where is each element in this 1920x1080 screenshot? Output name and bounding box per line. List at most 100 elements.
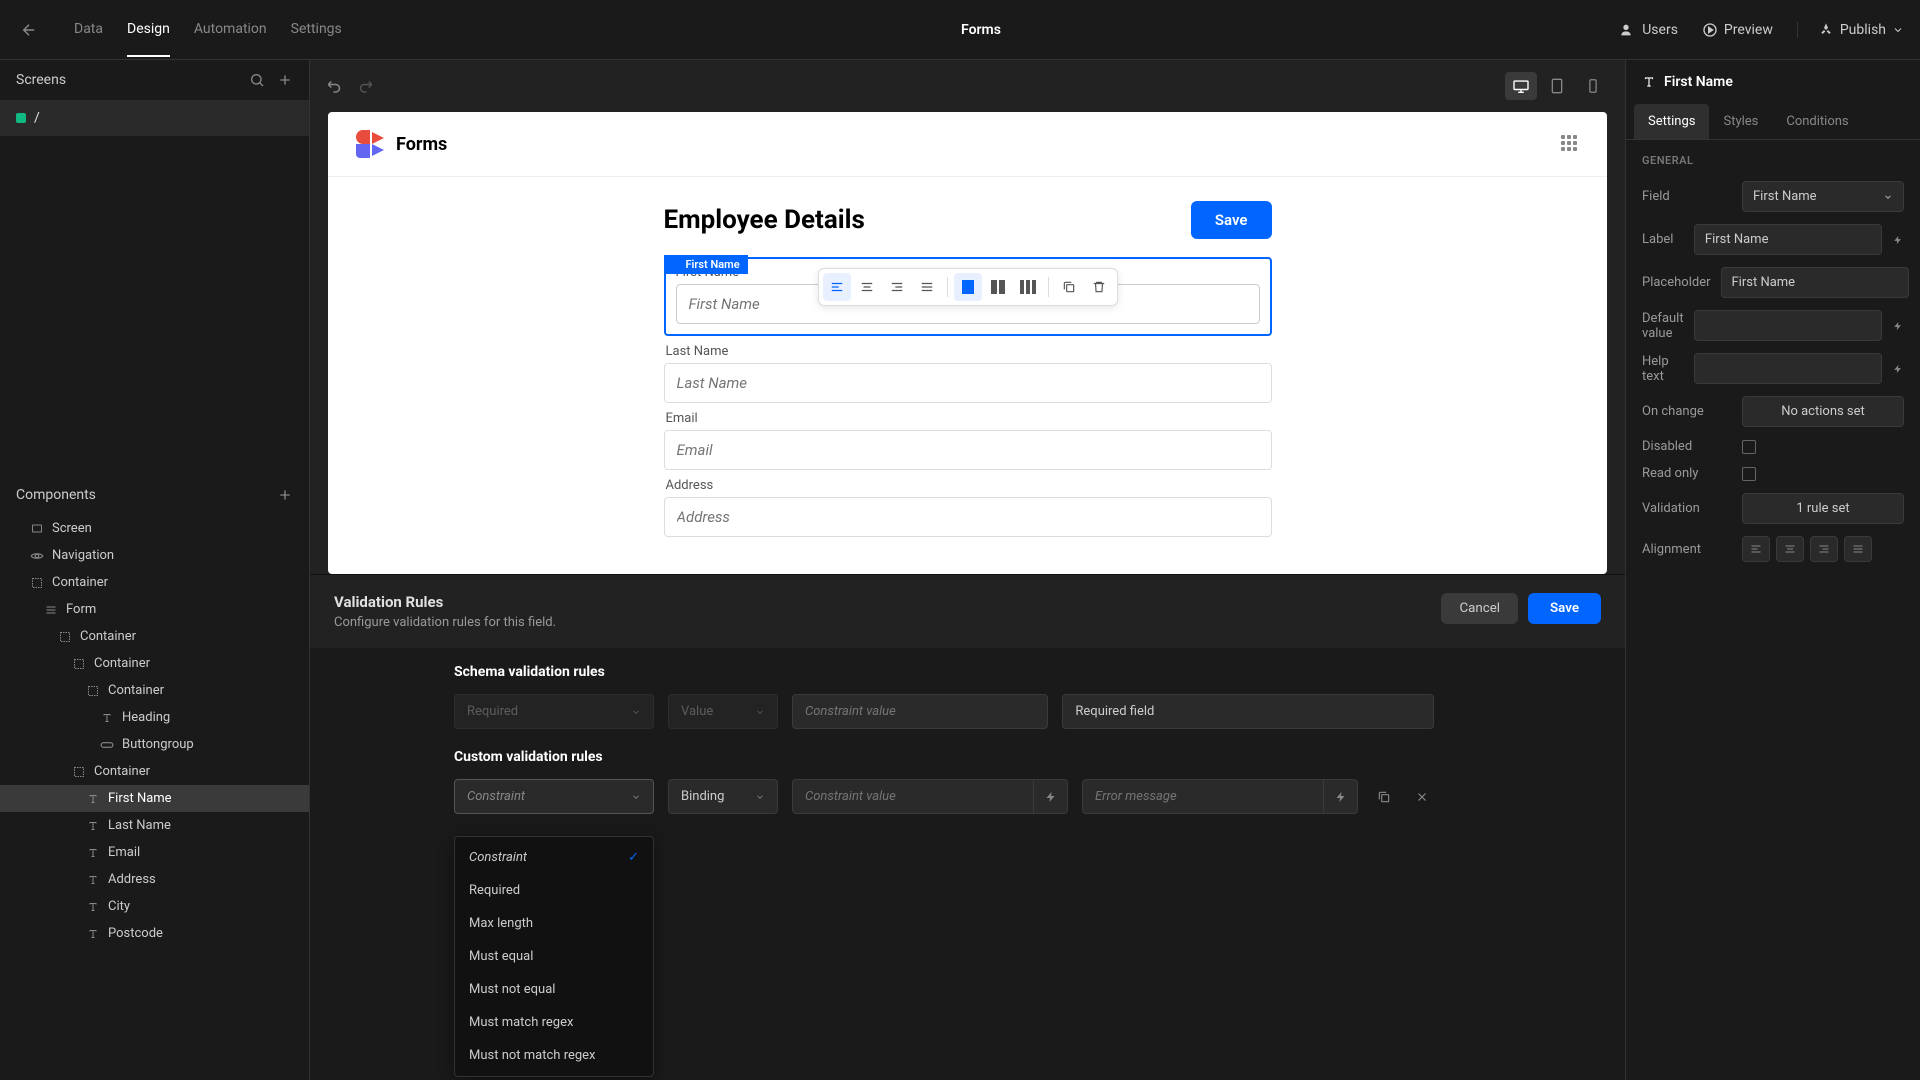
tree-item-navigation[interactable]: Navigation bbox=[0, 542, 309, 569]
default-bolt[interactable] bbox=[1892, 311, 1904, 341]
tree-item-first-name[interactable]: First Name bbox=[0, 785, 309, 812]
users-icon bbox=[1620, 22, 1636, 38]
device-desktop[interactable] bbox=[1505, 72, 1537, 100]
validation-title: Validation Rules bbox=[334, 593, 556, 611]
device-tablet[interactable] bbox=[1541, 72, 1573, 100]
remove-rule-button[interactable] bbox=[1410, 785, 1434, 809]
align-right-btn[interactable] bbox=[883, 273, 911, 301]
constraint-bolt-button[interactable] bbox=[1034, 779, 1068, 814]
label-input[interactable] bbox=[1694, 224, 1882, 255]
tab-design[interactable]: Design bbox=[127, 3, 170, 57]
dropdown-option-must-match-regex[interactable]: Must match regex bbox=[455, 1006, 653, 1039]
add-screen-icon[interactable] bbox=[277, 72, 293, 88]
cancel-button[interactable]: Cancel bbox=[1441, 593, 1518, 624]
back-button[interactable] bbox=[16, 17, 42, 43]
align-justify-btn[interactable] bbox=[913, 273, 941, 301]
validation-panel: Validation Rules Configure validation ru… bbox=[310, 574, 1625, 1080]
tree-item-heading[interactable]: Heading bbox=[0, 704, 309, 731]
rp-tab-styles[interactable]: Styles bbox=[1709, 104, 1772, 139]
col-2-btn[interactable] bbox=[984, 273, 1012, 301]
field-last-name[interactable]: Last Name bbox=[664, 344, 1272, 403]
default-value-input[interactable] bbox=[1694, 310, 1882, 341]
dropdown-option-required[interactable]: Required bbox=[455, 874, 653, 907]
custom-binding-select[interactable]: Binding bbox=[668, 779, 778, 814]
screen-root[interactable]: / bbox=[0, 100, 309, 136]
dropdown-option-must-equal[interactable]: Must equal bbox=[455, 940, 653, 973]
tree-item-form[interactable]: Form bbox=[0, 596, 309, 623]
app-title: Forms bbox=[396, 134, 447, 155]
publish-button[interactable]: Publish bbox=[1797, 22, 1904, 38]
tree-item-address[interactable]: Address bbox=[0, 866, 309, 893]
field-address[interactable]: Address bbox=[664, 478, 1272, 537]
align-right[interactable] bbox=[1810, 536, 1838, 562]
preview-button[interactable]: Preview bbox=[1702, 22, 1773, 38]
search-icon[interactable] bbox=[249, 72, 265, 88]
add-component-icon[interactable] bbox=[277, 487, 293, 503]
undo-button[interactable] bbox=[326, 77, 344, 95]
dropdown-option-must-not-equal[interactable]: Must not equal bbox=[455, 973, 653, 1006]
duplicate-rule-button[interactable] bbox=[1372, 785, 1396, 809]
field-email[interactable]: Email bbox=[664, 411, 1272, 470]
align-justify[interactable] bbox=[1844, 536, 1872, 562]
rp-tab-conditions[interactable]: Conditions bbox=[1772, 104, 1862, 139]
tree-item-postcode[interactable]: Postcode bbox=[0, 920, 309, 947]
align-center[interactable] bbox=[1776, 536, 1804, 562]
btngrp-icon bbox=[100, 741, 114, 749]
align-left[interactable] bbox=[1742, 536, 1770, 562]
tab-settings[interactable]: Settings bbox=[291, 3, 342, 57]
error-bolt-button[interactable] bbox=[1324, 779, 1358, 814]
tree-item-container[interactable]: Container bbox=[0, 758, 309, 785]
email-input[interactable] bbox=[664, 430, 1272, 470]
placeholder-input[interactable] bbox=[1721, 267, 1909, 298]
tree-item-container[interactable]: Container bbox=[0, 677, 309, 704]
label-bolt[interactable] bbox=[1892, 225, 1904, 255]
text-icon bbox=[1642, 75, 1656, 89]
schema-rules-title: Schema validation rules bbox=[454, 664, 1434, 680]
nav-icon bbox=[30, 551, 44, 561]
disabled-checkbox[interactable] bbox=[1742, 440, 1756, 454]
canvas-preview: Forms Employee Details Save First Name bbox=[328, 112, 1607, 574]
help-bolt[interactable] bbox=[1892, 354, 1904, 384]
dropdown-option-must-not-match-regex[interactable]: Must not match regex bbox=[455, 1039, 653, 1072]
custom-constraint-select[interactable]: Constraint bbox=[454, 779, 654, 814]
validation-button[interactable]: 1 rule set bbox=[1742, 493, 1904, 524]
field-select[interactable]: First Name bbox=[1742, 181, 1904, 212]
dropdown-option-constraint[interactable]: Constraint bbox=[455, 841, 653, 874]
dropdown-option-max-length[interactable]: Max length bbox=[455, 907, 653, 940]
onchange-button[interactable]: No actions set bbox=[1742, 396, 1904, 427]
device-mobile[interactable] bbox=[1577, 72, 1609, 100]
form-save-button[interactable]: Save bbox=[1191, 201, 1272, 239]
col-3-btn[interactable] bbox=[1014, 273, 1042, 301]
tree-item-city[interactable]: City bbox=[0, 893, 309, 920]
address-input[interactable] bbox=[664, 497, 1272, 537]
custom-error-message[interactable] bbox=[1082, 779, 1324, 814]
align-left-btn[interactable] bbox=[823, 273, 851, 301]
rp-tab-settings[interactable]: Settings bbox=[1634, 104, 1709, 139]
save-button[interactable]: Save bbox=[1528, 593, 1601, 624]
custom-constraint-value[interactable] bbox=[792, 779, 1034, 814]
tab-automation[interactable]: Automation bbox=[194, 3, 267, 57]
readonly-checkbox[interactable] bbox=[1742, 467, 1756, 481]
redo-button[interactable] bbox=[356, 77, 374, 95]
duplicate-btn[interactable] bbox=[1055, 273, 1083, 301]
element-toolbar bbox=[818, 268, 1118, 306]
container-icon bbox=[86, 685, 100, 697]
tab-data[interactable]: Data bbox=[74, 3, 103, 57]
apps-grid-icon[interactable] bbox=[1561, 135, 1579, 153]
col-1-btn[interactable] bbox=[954, 273, 982, 301]
tree-item-container[interactable]: Container bbox=[0, 650, 309, 677]
align-center-btn[interactable] bbox=[853, 273, 881, 301]
text-icon bbox=[100, 712, 114, 724]
tree-item-container[interactable]: Container bbox=[0, 623, 309, 650]
delete-btn[interactable] bbox=[1085, 273, 1113, 301]
tree-item-email[interactable]: Email bbox=[0, 839, 309, 866]
text-icon bbox=[86, 847, 100, 859]
tree-item-buttongroup[interactable]: Buttongroup bbox=[0, 731, 309, 758]
tree-item-screen[interactable]: Screen bbox=[0, 515, 309, 542]
help-text-input[interactable] bbox=[1694, 353, 1882, 384]
tree-item-last-name[interactable]: Last Name bbox=[0, 812, 309, 839]
last-name-input[interactable] bbox=[664, 363, 1272, 403]
tree-item-container[interactable]: Container bbox=[0, 569, 309, 596]
users-button[interactable]: Users bbox=[1620, 22, 1678, 38]
text-icon bbox=[86, 793, 100, 805]
